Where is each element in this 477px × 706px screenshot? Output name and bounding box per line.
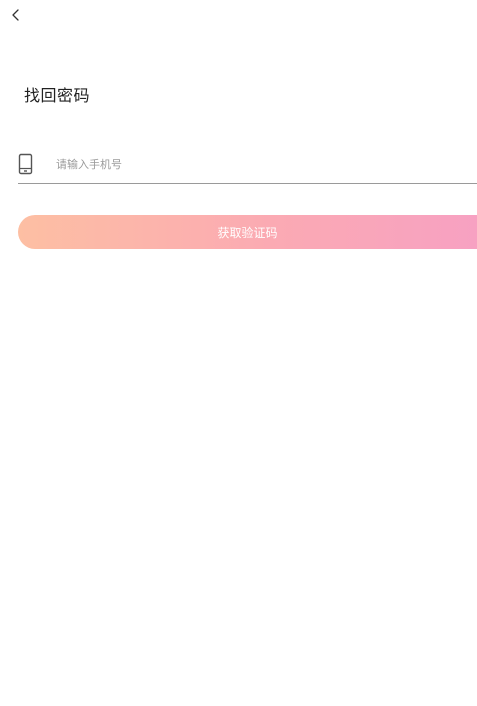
- chevron-left-icon: [12, 9, 19, 21]
- phone-input[interactable]: [56, 153, 456, 175]
- back-button[interactable]: [4, 4, 26, 26]
- phone-field: [18, 150, 477, 184]
- mobile-phone-icon: [18, 153, 33, 175]
- get-verification-code-button[interactable]: 获取验证码: [18, 215, 477, 249]
- screen: 找回密码 获取验证码: [0, 0, 477, 706]
- page-title: 找回密码: [24, 86, 91, 105]
